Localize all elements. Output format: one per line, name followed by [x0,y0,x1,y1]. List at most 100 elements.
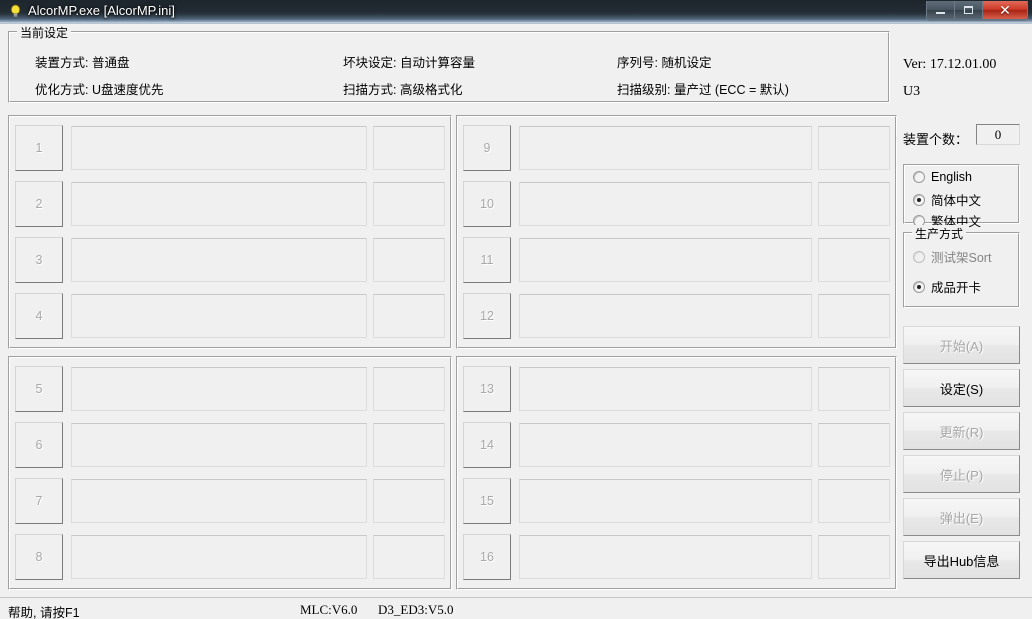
slot-status-field-2 [71,182,367,226]
slot-panel-bottom-left: 5 6 7 8 [8,356,452,590]
radio-test-sort-label: 测试架Sort [931,251,992,265]
slot-info-field-4 [373,294,445,338]
slot-info-field-16 [818,535,890,579]
slot-row: 14 [463,422,892,470]
radio-finished-card[interactable]: 成品开卡 [913,277,981,296]
slot-number-button-8[interactable]: 8 [15,534,63,580]
bulb-icon [10,4,21,18]
setting-optimize-mode: 优化方式: U盘速度优先 [35,83,164,97]
slot-row: 11 [463,237,892,285]
slot-number-button-7[interactable]: 7 [15,478,63,524]
slot-info-field-12 [818,294,890,338]
setting-device-mode: 装置方式: 普通盘 [35,56,130,70]
status-help: 帮助, 请按F1 [8,606,80,619]
device-count-label: 装置个数： [903,132,969,147]
stop-button[interactable]: 停止(P) [903,455,1020,493]
minimize-button[interactable] [927,1,955,19]
slot-number-button-9[interactable]: 9 [463,125,511,171]
start-button-label: 开始(A) [939,338,984,354]
slot-panel-bottom-right: 13 14 15 16 [456,356,897,590]
slot-status-field-8 [71,535,367,579]
slot-number-button-10[interactable]: 10 [463,181,511,227]
update-button[interactable]: 更新(R) [903,412,1020,450]
slot-info-field-15 [818,479,890,523]
slot-number-button-12[interactable]: 12 [463,293,511,339]
slot-status-field-9 [519,126,812,170]
setup-button[interactable]: 设定(S) [903,369,1020,407]
version-text: Ver: 17.12.01.00 [903,57,997,72]
export-hub-button[interactable]: 导出Hub信息 [903,541,1020,579]
device-count-field[interactable]: 0 [976,124,1020,145]
slot-status-field-14 [519,423,812,467]
slot-status-field-16 [519,535,812,579]
slot-status-field-10 [519,182,812,226]
slot-info-field-3 [373,238,445,282]
slot-status-field-3 [71,238,367,282]
minimize-icon [936,12,945,14]
production-mode-title: 生产方式 [912,225,967,242]
slot-info-field-1 [373,126,445,170]
setting-scan-mode: 扫描方式: 高级格式化 [343,83,463,97]
caption-button-group: ✕ [926,1,1028,21]
slot-row: 13 [463,366,892,414]
slot-row: 4 [15,293,447,341]
slot-row: 9 [463,125,892,173]
radio-simplified-chinese[interactable]: 简体中文 [913,190,981,209]
maximize-button[interactable] [955,1,983,19]
slot-number-button-16[interactable]: 16 [463,534,511,580]
slot-info-field-9 [818,126,890,170]
start-button[interactable]: 开始(A) [903,326,1020,364]
setup-button-label: 设定(S) [939,381,984,397]
slot-row: 5 [15,366,447,414]
slot-info-field-5 [373,367,445,411]
slot-info-field-8 [373,535,445,579]
slot-row: 6 [15,422,447,470]
slot-info-field-2 [373,182,445,226]
radio-test-sort[interactable]: 测试架Sort [913,247,991,266]
slot-info-field-7 [373,479,445,523]
setting-serial: 序列号: 随机设定 [617,56,712,70]
slot-status-field-12 [519,294,812,338]
slot-row: 16 [463,534,892,582]
slot-info-field-6 [373,423,445,467]
radio-simplified-chinese-label: 简体中文 [931,194,982,208]
production-mode-group: 生产方式 [903,225,1020,308]
export-hub-button-label: 导出Hub信息 [923,553,1000,569]
slot-row: 15 [463,478,892,526]
eject-button[interactable]: 弹出(E) [903,498,1020,536]
radio-finished-card-mark [913,280,925,293]
eject-button-label: 弹出(E) [939,510,984,526]
slot-number-button-6[interactable]: 6 [15,422,63,468]
slot-info-field-14 [818,423,890,467]
setting-badblock: 坏块设定: 自动计算容量 [343,56,475,70]
slot-row: 12 [463,293,892,341]
slot-status-field-1 [71,126,367,170]
slot-number-button-13[interactable]: 13 [463,366,511,412]
title-bar: AlcorMP.exe [AlcorMP.ini] ✕ [0,0,1032,23]
radio-english[interactable]: English [913,170,972,184]
radio-test-sort-mark [913,250,925,263]
slot-row: 8 [15,534,447,582]
slot-number-button-11[interactable]: 11 [463,237,511,283]
status-mlc-version: MLC:V6.0 [300,602,358,617]
slot-number-button-4[interactable]: 4 [15,293,63,339]
slot-number-button-1[interactable]: 1 [15,125,63,171]
radio-finished-card-label: 成品开卡 [931,281,982,295]
close-button[interactable]: ✕ [983,1,1027,19]
mode-text: U3 [903,84,921,99]
window-title: AlcorMP.exe [AlcorMP.ini] [28,3,175,18]
close-icon: ✕ [999,2,1011,18]
application-window: AlcorMP.exe [AlcorMP.ini] ✕ 当前设定 装置方式: 普… [0,0,1032,619]
slot-number-button-2[interactable]: 2 [15,181,63,227]
slot-row: 7 [15,478,447,526]
slot-status-field-13 [519,367,812,411]
slot-number-button-15[interactable]: 15 [463,478,511,524]
status-d3-version: D3_ED3:V5.0 [378,602,454,617]
maximize-icon [964,6,973,14]
radio-english-label: English [931,170,972,184]
slot-panel-top-left: 1 2 3 4 [8,115,452,349]
slot-number-button-5[interactable]: 5 [15,366,63,412]
slot-number-button-3[interactable]: 3 [15,237,63,283]
slot-number-button-14[interactable]: 14 [463,422,511,468]
setting-scan-level: 扫描级别: 量产过 (ECC = 默认) [617,83,789,97]
